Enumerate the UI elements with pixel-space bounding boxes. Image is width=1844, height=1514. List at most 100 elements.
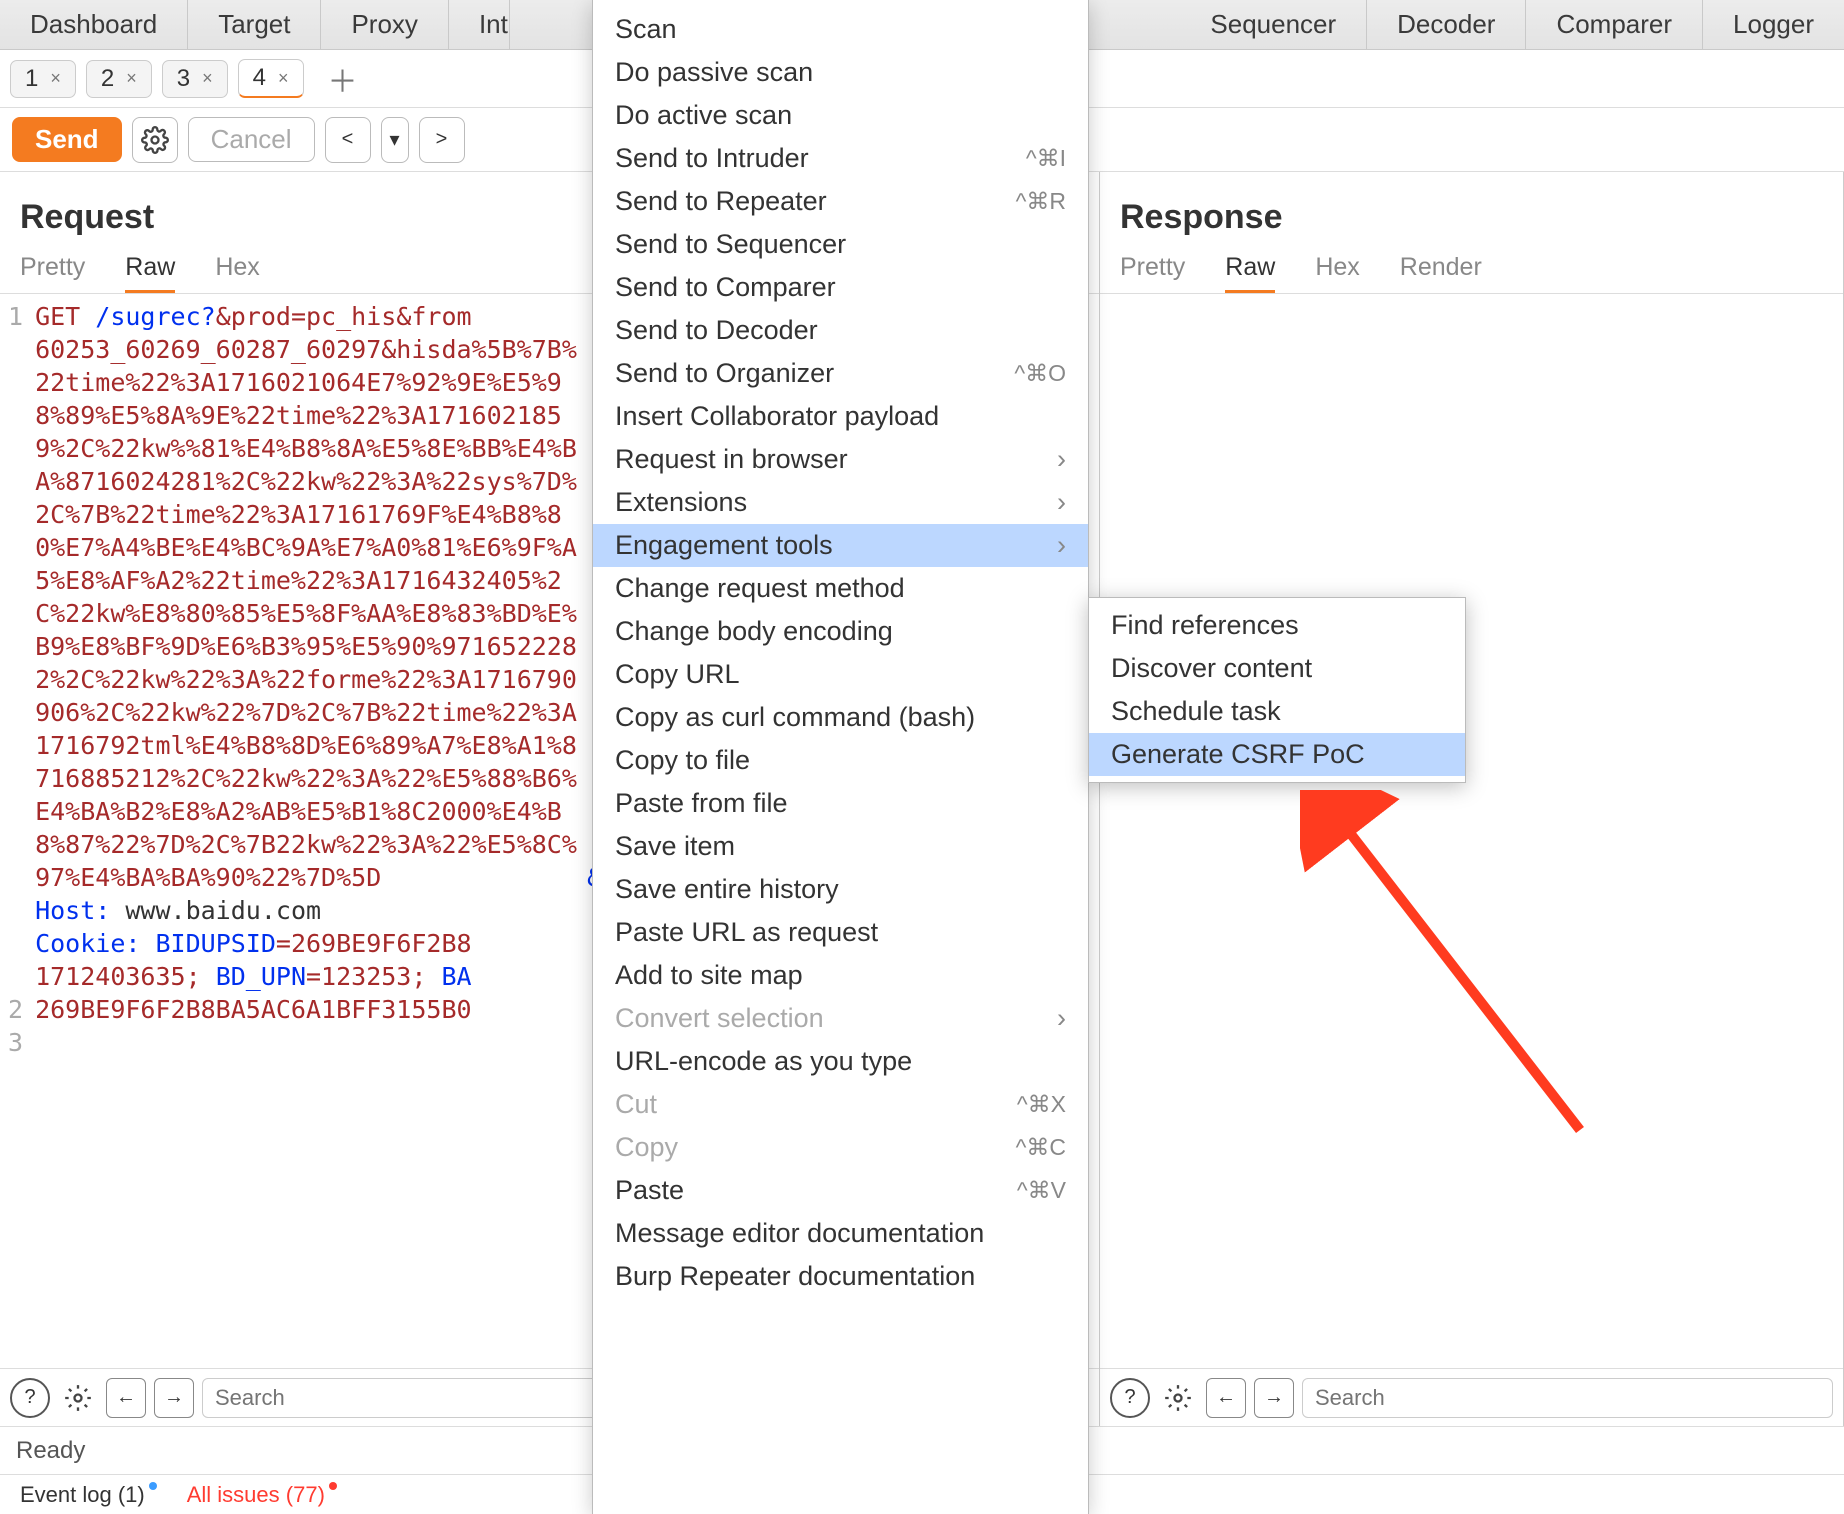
context-menu-item: Copy^⌘C	[593, 1126, 1088, 1169]
repeater-tab-4[interactable]: 4×	[238, 59, 304, 98]
close-icon[interactable]: ×	[50, 68, 61, 89]
response-search-input[interactable]	[1302, 1378, 1833, 1418]
context-menu-item[interactable]: Message editor documentation	[593, 1212, 1088, 1255]
submenu-item[interactable]: Find references	[1089, 604, 1465, 647]
prev-match-button[interactable]: ←	[1206, 1378, 1246, 1418]
close-icon[interactable]: ×	[278, 68, 289, 89]
viewtab-raw[interactable]: Raw	[125, 253, 175, 293]
context-menu-item[interactable]: Add to site map	[593, 954, 1088, 997]
context-menu-label: Copy URL	[615, 659, 740, 690]
context-menu-item[interactable]: Send to Comparer	[593, 266, 1088, 309]
panel-settings-button[interactable]	[58, 1378, 98, 1418]
context-menu-item[interactable]: Paste from file	[593, 782, 1088, 825]
submenu-label: Discover content	[1111, 653, 1312, 684]
help-icon: ?	[1124, 1386, 1135, 1409]
context-menu-item[interactable]: Burp Repeater documentation	[593, 1255, 1088, 1298]
context-menu-item[interactable]: Send to Sequencer	[593, 223, 1088, 266]
context-menu-item[interactable]: Copy to file	[593, 739, 1088, 782]
context-menu-label: Change body encoding	[615, 616, 893, 647]
shortcut-label: ^⌘R	[1016, 188, 1066, 215]
context-menu-item[interactable]: Do passive scan	[593, 51, 1088, 94]
context-menu-item[interactable]: Save entire history	[593, 868, 1088, 911]
repeater-tab-3[interactable]: 3×	[162, 60, 228, 98]
settings-button[interactable]	[132, 117, 178, 163]
all-issues-link[interactable]: All issues (77)	[187, 1482, 337, 1508]
next-match-button[interactable]: →	[1254, 1378, 1294, 1418]
host-header-val: www.baidu.com	[125, 896, 321, 925]
event-log-link[interactable]: Event log (1)	[20, 1482, 157, 1508]
shortcut-label: ^⌘V	[1017, 1177, 1066, 1204]
close-icon[interactable]: ×	[126, 68, 137, 89]
submenu-item[interactable]: Schedule task	[1089, 690, 1465, 733]
dot-icon	[329, 1482, 337, 1490]
shortcut-label: ^⌘I	[1026, 145, 1066, 172]
context-menu-label: Send to Comparer	[615, 272, 836, 303]
context-menu-label: Do active scan	[615, 100, 792, 131]
next-match-button[interactable]: →	[154, 1378, 194, 1418]
viewtab-hex[interactable]: Hex	[215, 253, 259, 293]
context-menu-item[interactable]: Extensions›	[593, 481, 1088, 524]
context-menu-label: Message editor documentation	[615, 1218, 984, 1249]
context-menu-item[interactable]: Insert Collaborator payload	[593, 395, 1088, 438]
viewtab-render[interactable]: Render	[1400, 253, 1482, 293]
line-gutter: 123	[8, 300, 35, 1362]
context-menu-label: Copy to file	[615, 745, 750, 776]
context-menu-item[interactable]: URL-encode as you type	[593, 1040, 1088, 1083]
context-menu-item[interactable]: Do active scan	[593, 94, 1088, 137]
repeater-tab-1[interactable]: 1×	[10, 60, 76, 98]
close-icon[interactable]: ×	[202, 68, 213, 89]
submenu-item[interactable]: Discover content	[1089, 647, 1465, 690]
cancel-button[interactable]: Cancel	[188, 117, 315, 162]
menu-intruder-cut[interactable]: Int	[449, 0, 510, 49]
nav-back-button[interactable]: <	[325, 117, 371, 163]
chevron-left-icon: <	[342, 128, 354, 151]
help-icon: ?	[24, 1386, 35, 1409]
context-menu-label: Send to Repeater	[615, 186, 827, 217]
nav-forward-button[interactable]: >	[419, 117, 465, 163]
menu-proxy[interactable]: Proxy	[321, 0, 448, 49]
panel-settings-button[interactable]	[1158, 1378, 1198, 1418]
context-menu[interactable]: Scan Do passive scan Do active scan Send to…	[592, 0, 1089, 1514]
cookie-name-2: BD_UPN	[216, 962, 306, 991]
context-menu-item[interactable]: Change request method	[593, 567, 1088, 610]
context-menu-item[interactable]: Change body encoding	[593, 610, 1088, 653]
context-menu-item[interactable]: Copy URL	[593, 653, 1088, 696]
context-menu-item[interactable]: Scan	[593, 8, 1088, 51]
engagement-tools-submenu[interactable]: Find references Discover content Schedule …	[1088, 597, 1466, 783]
viewtab-hex[interactable]: Hex	[1315, 253, 1359, 293]
menu-sequencer[interactable]: Sequencer	[1180, 0, 1367, 49]
prev-match-button[interactable]: ←	[106, 1378, 146, 1418]
help-button[interactable]: ?	[10, 1378, 50, 1418]
menu-decoder[interactable]: Decoder	[1367, 0, 1526, 49]
context-menu-item[interactable]: Send to Organizer^⌘O	[593, 352, 1088, 395]
context-menu-item[interactable]: Copy as curl command (bash)	[593, 696, 1088, 739]
context-menu-label: Scan	[615, 14, 677, 45]
menu-dashboard[interactable]: Dashboard	[0, 0, 188, 49]
repeater-tab-2[interactable]: 2×	[86, 60, 152, 98]
status-text: Ready	[16, 1437, 85, 1465]
context-menu-item[interactable]: Engagement tools›	[593, 524, 1088, 567]
submenu-item[interactable]: Generate CSRF PoC	[1089, 733, 1465, 776]
http-path: /sugrec?	[95, 302, 215, 331]
nav-menu-button[interactable]: ▾	[381, 117, 409, 163]
help-button[interactable]: ?	[1110, 1378, 1150, 1418]
context-menu-item[interactable]: Save item	[593, 825, 1088, 868]
context-menu-item[interactable]: Request in browser›	[593, 438, 1088, 481]
context-menu-label: Paste URL as request	[615, 917, 878, 948]
context-menu-item[interactable]: Paste URL as request	[593, 911, 1088, 954]
context-menu-label: Send to Organizer	[615, 358, 834, 389]
viewtab-pretty[interactable]: Pretty	[20, 253, 85, 293]
viewtab-raw[interactable]: Raw	[1225, 253, 1275, 293]
chevron-right-icon: ›	[1057, 1003, 1066, 1034]
menu-target[interactable]: Target	[188, 0, 321, 49]
add-tab-button[interactable]: ＋	[314, 57, 372, 101]
context-menu-item[interactable]: Paste^⌘V	[593, 1169, 1088, 1212]
viewtab-pretty[interactable]: Pretty	[1120, 253, 1185, 293]
cookie-val-2: =123253;	[306, 962, 441, 991]
menu-logger[interactable]: Logger	[1703, 0, 1844, 49]
menu-comparer[interactable]: Comparer	[1526, 0, 1703, 49]
context-menu-item[interactable]: Send to Repeater ^⌘R	[593, 180, 1088, 223]
context-menu-item[interactable]: Send to Decoder	[593, 309, 1088, 352]
send-button[interactable]: Send	[12, 117, 122, 162]
context-menu-item[interactable]: Send to Intruder^⌘I	[593, 137, 1088, 180]
